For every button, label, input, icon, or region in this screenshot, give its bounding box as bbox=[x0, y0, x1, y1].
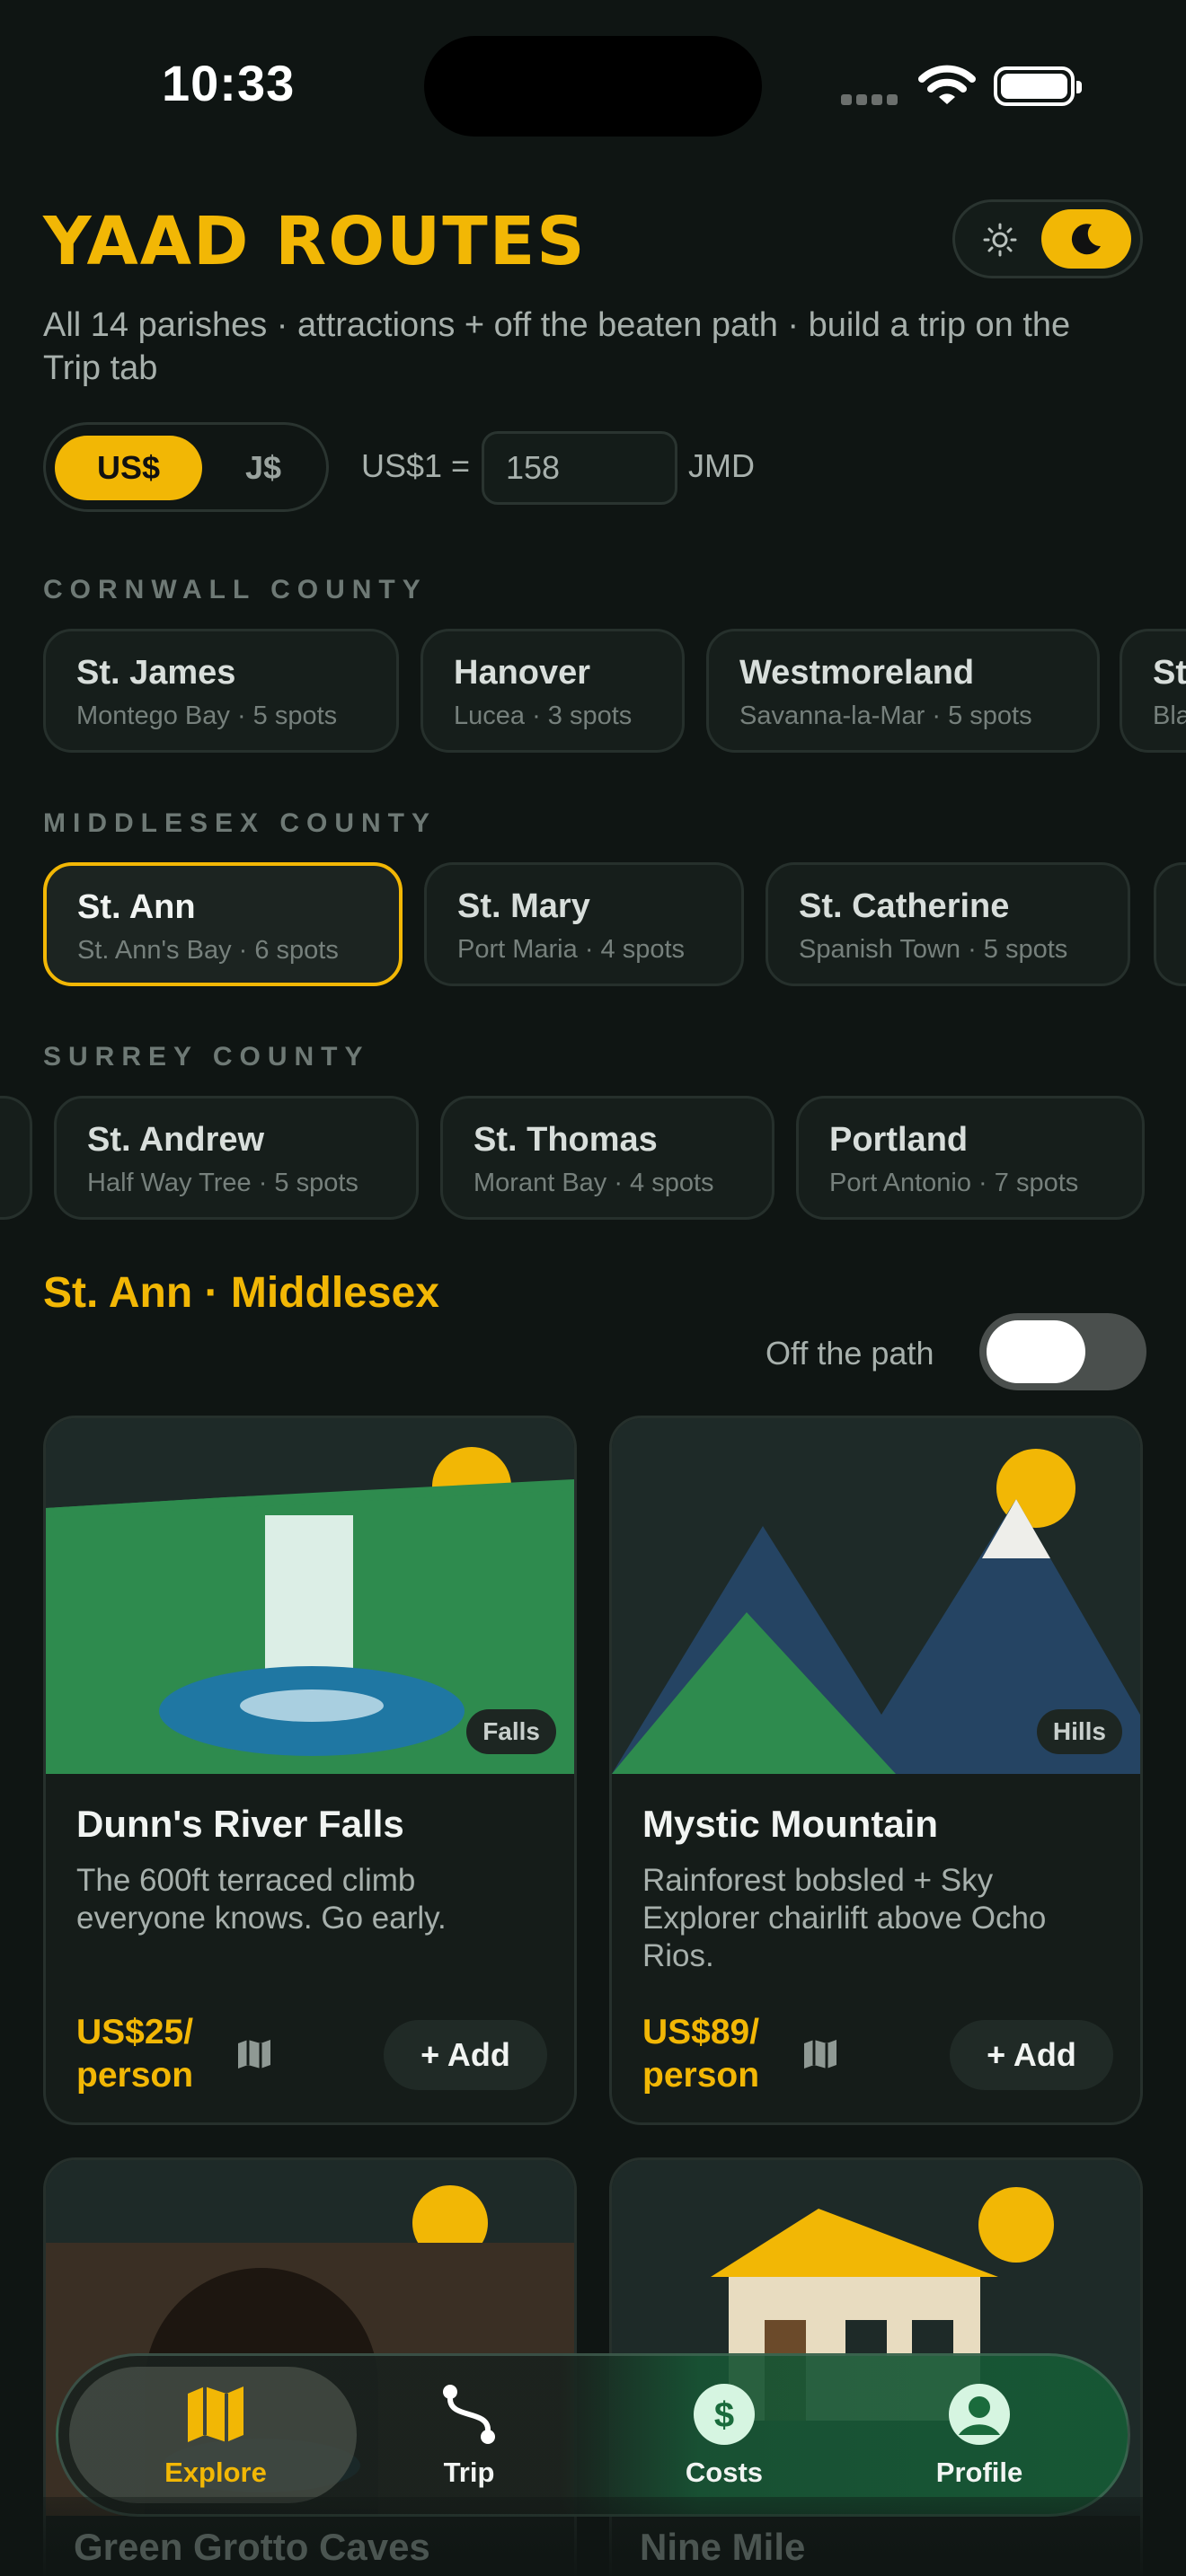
status-bar: 10:33 bbox=[0, 0, 1186, 180]
category-badge: Falls bbox=[466, 1709, 556, 1754]
attraction-card-dunns-river[interactable]: Falls Dunn's River Falls The 600ft terra… bbox=[43, 1416, 577, 2125]
parish-chip-st-james[interactable]: St. James Montego Bay · 5 spots bbox=[43, 629, 399, 753]
sun-icon bbox=[983, 223, 1017, 257]
parish-chip-next[interactable] bbox=[1154, 862, 1186, 986]
dollar-icon: $ bbox=[694, 2384, 755, 2445]
parish-chip-st-catherine[interactable]: St. Catherine Spanish Town · 5 spots bbox=[766, 862, 1130, 986]
route-icon bbox=[443, 2385, 495, 2444]
parish-row-cornwall[interactable]: St. James Montego Bay · 5 spots Hanover … bbox=[0, 629, 1186, 754]
dynamic-island bbox=[424, 36, 762, 137]
battery-icon bbox=[994, 66, 1082, 106]
exchange-rate-input[interactable] bbox=[482, 431, 677, 505]
svg-text:$: $ bbox=[714, 2395, 734, 2435]
off-path-toggle[interactable] bbox=[979, 1313, 1146, 1390]
tab-explore[interactable]: Explore bbox=[94, 2356, 328, 2519]
parish-chip-westmoreland[interactable]: Westmoreland Savanna-la-Mar · 5 spots bbox=[706, 629, 1100, 753]
tab-label: Profile bbox=[935, 2457, 1023, 2488]
parish-name: St. Andrew bbox=[87, 1121, 265, 1159]
card-price: US$25/ person bbox=[76, 2013, 194, 2095]
parish-sub: Savanna-la-Mar · 5 spots bbox=[739, 701, 1032, 730]
theme-dark-selected[interactable] bbox=[1041, 209, 1131, 269]
parish-sub: Spanish Town · 5 spots bbox=[799, 935, 1068, 964]
parish-sub: Port Maria · 4 spots bbox=[457, 935, 686, 964]
parish-name: Hanover bbox=[454, 654, 591, 692]
tab-label: Explore bbox=[164, 2457, 267, 2488]
parish-chip-st-elizabeth[interactable]: St Bla bbox=[1120, 629, 1186, 753]
currency-jmd-button[interactable]: J$ bbox=[213, 436, 314, 500]
currency-segmented-control: US$ J$ bbox=[43, 422, 329, 512]
parish-sub: Half Way Tree · 5 spots bbox=[87, 1169, 358, 1197]
tab-costs[interactable]: $ Costs bbox=[603, 2356, 836, 2519]
status-time: 10:33 bbox=[162, 55, 296, 111]
rate-unit-label: JMD bbox=[688, 447, 755, 484]
card-description: The 600ft terraced climb everyone knows.… bbox=[76, 1863, 447, 1936]
add-to-trip-button[interactable]: + Add bbox=[950, 2020, 1113, 2090]
off-path-label: Off the path bbox=[766, 1335, 934, 1372]
parish-sub: Port Antonio · 7 spots bbox=[829, 1169, 1079, 1197]
map-icon bbox=[188, 2386, 243, 2442]
card-title-peek: Nine Mile bbox=[640, 2526, 806, 2568]
county-label-middlesex: MIDDLESEX COUNTY bbox=[43, 808, 438, 838]
card-title: Mystic Mountain bbox=[642, 1803, 939, 1845]
tab-trip[interactable]: Trip bbox=[348, 2356, 581, 2519]
app-subtitle: All 14 parishes · attractions + off the … bbox=[43, 306, 1071, 387]
tab-label: Trip bbox=[443, 2457, 495, 2488]
add-to-trip-button[interactable]: + Add bbox=[384, 2020, 547, 2090]
currency-usd-button[interactable]: US$ bbox=[55, 436, 202, 500]
parish-chip-previous[interactable] bbox=[0, 1096, 32, 1220]
theme-toggle[interactable] bbox=[952, 199, 1143, 278]
moon-icon bbox=[1071, 224, 1101, 255]
profile-icon bbox=[949, 2384, 1010, 2445]
map-icon[interactable] bbox=[236, 2038, 272, 2070]
parish-row-surrey[interactable]: St. Andrew Half Way Tree · 5 spots St. T… bbox=[0, 1096, 1186, 1222]
card-description: Rainforest bobsled + Sky Explorer chairl… bbox=[642, 1863, 1047, 1973]
app-title: YAAD ROUTES bbox=[43, 203, 587, 280]
parish-sub: Montego Bay · 5 spots bbox=[76, 701, 338, 730]
parish-name: Portland bbox=[829, 1121, 969, 1159]
map-icon[interactable] bbox=[802, 2038, 838, 2070]
parish-name: St bbox=[1153, 654, 1186, 692]
card-price: US$89/ person bbox=[642, 2013, 760, 2095]
parish-sub: Morant Bay · 4 spots bbox=[474, 1169, 714, 1197]
county-label-cornwall: CORNWALL COUNTY bbox=[43, 575, 428, 604]
parish-chip-st-thomas[interactable]: St. Thomas Morant Bay · 4 spots bbox=[440, 1096, 774, 1220]
attraction-card-mystic-mountain[interactable]: Hills Mystic Mountain Rainforest bobsled… bbox=[609, 1416, 1143, 2125]
parish-chip-st-andrew[interactable]: St. Andrew Half Way Tree · 5 spots bbox=[54, 1096, 419, 1220]
parish-name: St. Thomas bbox=[474, 1121, 658, 1159]
cellular-signal-icon bbox=[841, 93, 904, 105]
parish-chip-hanover[interactable]: Hanover Lucea · 3 spots bbox=[420, 629, 685, 753]
tab-profile[interactable]: Profile bbox=[858, 2356, 1092, 2519]
parish-sub: Lucea · 3 spots bbox=[454, 701, 633, 730]
parish-name: St. Mary bbox=[457, 887, 590, 925]
parish-sub: Bla bbox=[1153, 701, 1186, 730]
rate-prefix-label: US$1 = bbox=[361, 447, 471, 484]
category-badge: Hills bbox=[1036, 1709, 1122, 1754]
parish-chip-st-mary[interactable]: St. Mary Port Maria · 4 spots bbox=[424, 862, 744, 986]
parish-name: St. Catherine bbox=[799, 887, 1010, 925]
section-heading: St. Ann · Middlesex bbox=[43, 1269, 439, 1317]
card-title: Dunn's River Falls bbox=[76, 1803, 404, 1845]
wifi-icon bbox=[918, 65, 976, 104]
parish-name: Westmoreland bbox=[739, 654, 975, 692]
parish-row-middlesex[interactable]: St. Ann St. Ann's Bay · 6 spots St. Mary… bbox=[0, 862, 1186, 988]
tab-bar: Explore Trip $ Costs Profile bbox=[56, 2353, 1130, 2517]
card-title-peek: Green Grotto Caves bbox=[74, 2526, 430, 2568]
parish-name: St. Ann bbox=[77, 888, 196, 926]
parish-chip-portland[interactable]: Portland Port Antonio · 7 spots bbox=[796, 1096, 1145, 1220]
tab-label: Costs bbox=[685, 2457, 764, 2488]
parish-sub: St. Ann's Bay · 6 spots bbox=[77, 936, 339, 965]
parish-name: St. James bbox=[76, 654, 236, 692]
county-label-surrey: SURREY COUNTY bbox=[43, 1042, 370, 1072]
parish-chip-st-ann[interactable]: St. Ann St. Ann's Bay · 6 spots bbox=[43, 862, 403, 986]
